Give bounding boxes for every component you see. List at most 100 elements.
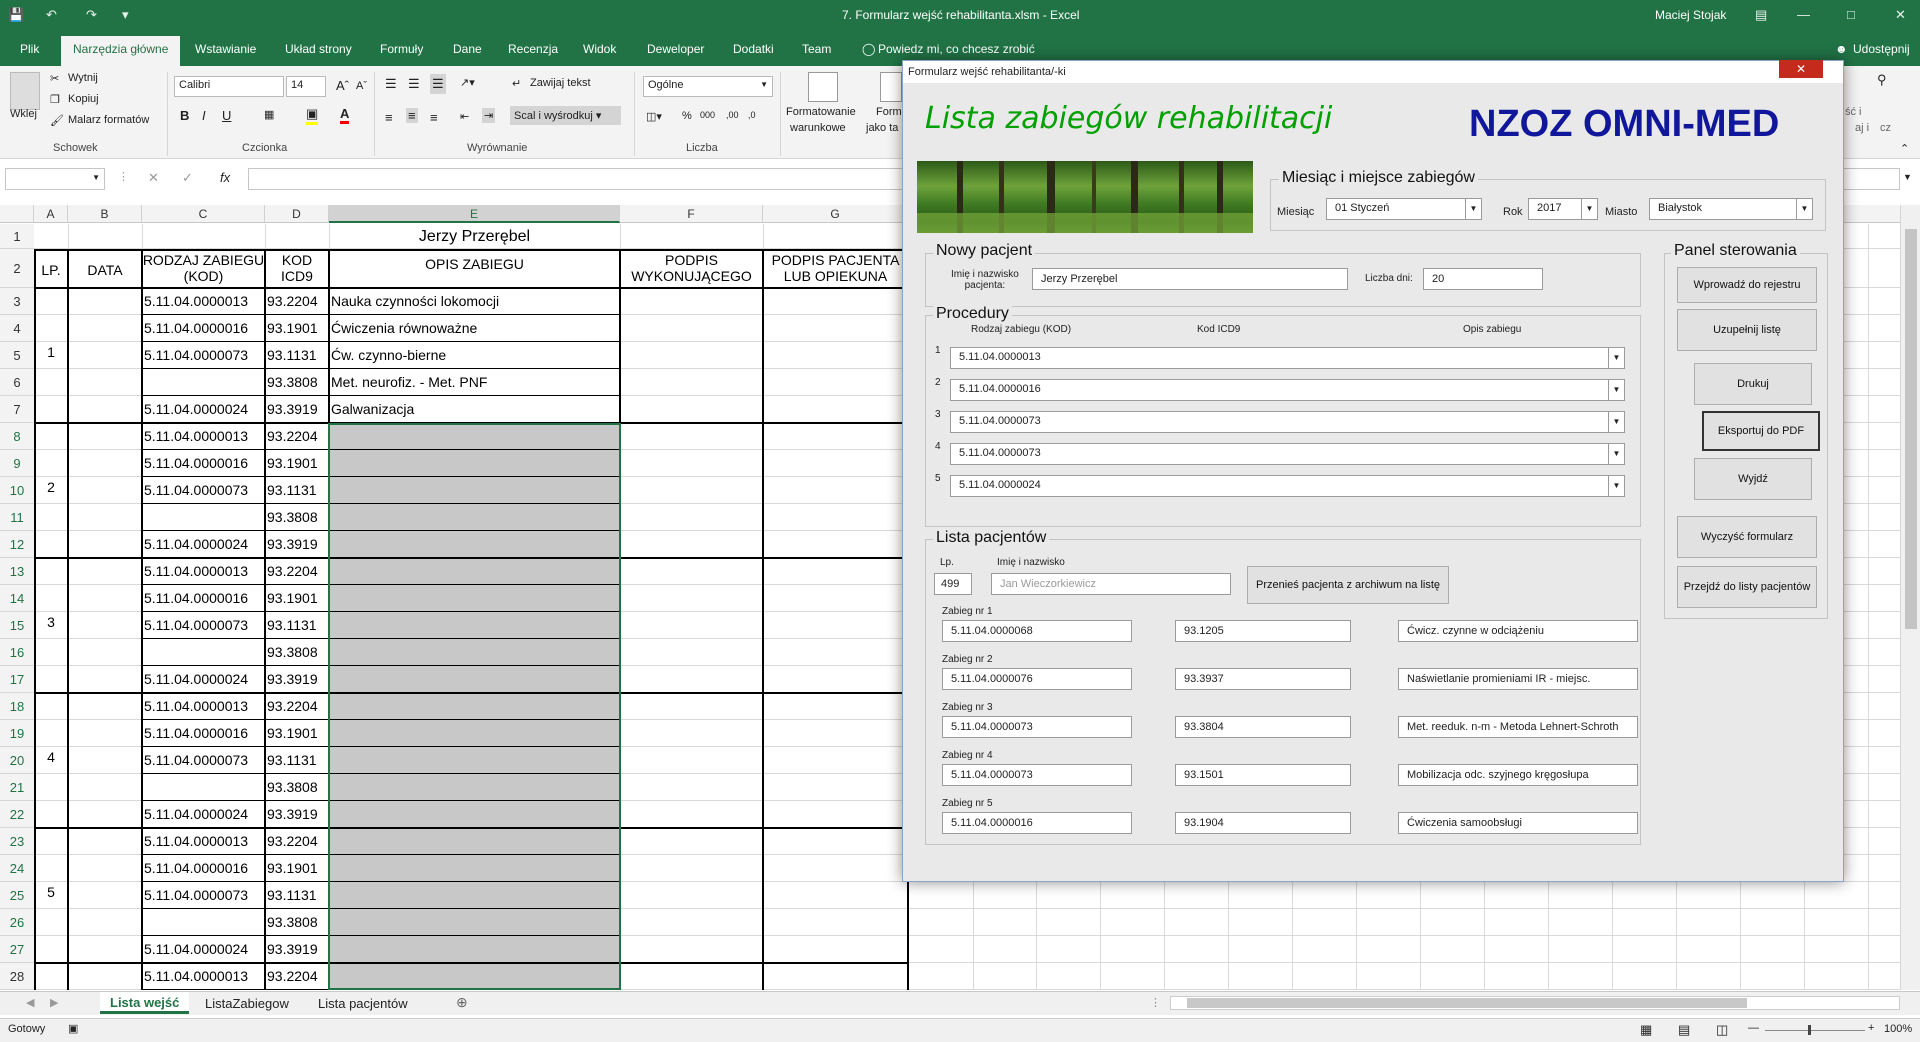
- align-center-icon[interactable]: ≡: [406, 108, 418, 123]
- enter-icon[interactable]: ✓: [182, 170, 193, 186]
- zoom-slider[interactable]: [1765, 1030, 1865, 1031]
- find-icon[interactable]: ⚲: [1877, 72, 1887, 88]
- treatment-code-input[interactable]: 5.11.04.0000076: [942, 668, 1132, 690]
- tab-deweloper[interactable]: Deweloper: [647, 42, 704, 56]
- macro-record-icon[interactable]: ▣: [68, 1022, 78, 1035]
- icd-cell[interactable]: 93.1131: [267, 887, 329, 907]
- icd-cell[interactable]: 93.3808: [267, 914, 329, 934]
- code-cell[interactable]: 5.11.04.0000024: [144, 941, 264, 961]
- group-number[interactable]: 3: [34, 614, 68, 630]
- hdr-kod[interactable]: KOD ICD9: [265, 252, 329, 284]
- icd-cell[interactable]: 93.3919: [267, 401, 329, 421]
- tell-me-box[interactable]: Powiedz mi, co chcesz zrobić: [878, 42, 1035, 56]
- hdr-podpis-pac[interactable]: PODPIS PACJENTA LUB OPIEKUNA: [763, 252, 908, 284]
- icd-cell[interactable]: 93.1901: [267, 320, 329, 340]
- row-header[interactable]: 12: [0, 531, 34, 558]
- chevron-down-icon[interactable]: ▼: [1608, 348, 1624, 368]
- select-all-corner[interactable]: [0, 205, 34, 223]
- col-header-d[interactable]: D: [265, 205, 329, 223]
- icd-cell[interactable]: 93.1901: [267, 725, 329, 745]
- chevron-down-icon[interactable]: ▼: [1608, 412, 1624, 432]
- row-header[interactable]: 23: [0, 828, 34, 855]
- insert-function-icon[interactable]: fx: [220, 170, 230, 185]
- align-top-icon[interactable]: ☰: [385, 76, 397, 92]
- procedure-select[interactable]: 5.11.04.0000073 ▼: [950, 411, 1625, 433]
- align-middle-icon[interactable]: ☰: [408, 76, 420, 92]
- close-window-icon[interactable]: ✕: [1895, 7, 1906, 23]
- hdr-podpis-wyk[interactable]: PODPIS WYKONUJĄCEGO: [620, 252, 763, 284]
- patient-name-input[interactable]: Jerzy Przerębel: [1032, 268, 1348, 290]
- align-left-icon[interactable]: ≡: [385, 110, 393, 125]
- comma-style-icon[interactable]: 000: [700, 110, 715, 120]
- icd-cell[interactable]: 93.1901: [267, 455, 329, 475]
- group-number[interactable]: 2: [34, 479, 68, 495]
- procedure-select[interactable]: 5.11.04.0000024 ▼: [950, 475, 1625, 497]
- zoom-level[interactable]: 100%: [1884, 1023, 1912, 1035]
- code-cell[interactable]: 5.11.04.0000016: [144, 860, 264, 880]
- row-header[interactable]: 26: [0, 909, 34, 936]
- treatment-desc-input[interactable]: Mobilizacja odc. szyjnego kręgosłupa: [1398, 764, 1638, 786]
- prev-sheet-icon[interactable]: ◀: [26, 996, 34, 1009]
- code-cell[interactable]: 5.11.04.0000013: [144, 563, 264, 583]
- icd-cell[interactable]: 93.1131: [267, 347, 329, 367]
- accounting-format-icon[interactable]: ◫▾: [646, 110, 662, 123]
- icd-cell[interactable]: 93.3919: [267, 536, 329, 556]
- align-right-icon[interactable]: ≡: [430, 110, 438, 125]
- tab-narzedzia-glowne[interactable]: Narzędzia główne: [61, 36, 181, 66]
- code-cell[interactable]: 5.11.04.0000013: [144, 428, 264, 448]
- chevron-down-icon[interactable]: ▼: [1608, 444, 1624, 464]
- code-cell[interactable]: 5.11.04.0000013: [144, 833, 264, 853]
- clear-form-button[interactable]: Wyczyść formularz: [1677, 516, 1817, 558]
- chevron-down-icon[interactable]: ▼: [1608, 380, 1624, 400]
- code-cell[interactable]: [144, 644, 264, 664]
- hdr-opis[interactable]: OPIS ZABIEGU: [329, 256, 620, 272]
- page-break-icon[interactable]: ◫: [1716, 1022, 1728, 1038]
- treatment-desc-input[interactable]: Met. reeduk. n-m - Metoda Lehnert-Schrot…: [1398, 716, 1638, 738]
- row-header[interactable]: 9: [0, 450, 34, 477]
- vertical-scrollbar[interactable]: [1900, 205, 1920, 990]
- conditional-formatting-label[interactable]: Formatowanie: [786, 106, 856, 118]
- italic-button[interactable]: I: [202, 108, 206, 123]
- icd-cell[interactable]: 93.3919: [267, 806, 329, 826]
- font-color-icon[interactable]: A: [340, 106, 350, 124]
- code-cell[interactable]: 5.11.04.0000013: [144, 698, 264, 718]
- row-header[interactable]: 21: [0, 774, 34, 801]
- icd-cell[interactable]: 93.2204: [267, 698, 329, 718]
- underline-button[interactable]: U: [222, 108, 231, 123]
- fill-color-icon[interactable]: ▣: [306, 106, 319, 125]
- sheet-title[interactable]: Jerzy Przerębel: [329, 224, 620, 249]
- bold-button[interactable]: B: [180, 108, 189, 123]
- exit-button[interactable]: Wyjdź: [1694, 458, 1812, 500]
- sheet-tab-lista-pacjentow[interactable]: Lista pacjentów: [318, 996, 408, 1011]
- treatment-code-input[interactable]: 5.11.04.0000068: [942, 620, 1132, 642]
- group-number[interactable]: 5: [34, 884, 68, 900]
- row-header[interactable]: 20: [0, 747, 34, 774]
- align-bottom-icon[interactable]: ☰: [430, 74, 446, 94]
- opis-cell[interactable]: Met. neurofiz. - Met. PNF: [331, 374, 619, 394]
- tab-widok[interactable]: Widok: [583, 42, 616, 56]
- name-box[interactable]: ▼: [5, 168, 105, 190]
- row-header[interactable]: 24: [0, 855, 34, 882]
- zoom-out-icon[interactable]: —: [1748, 1022, 1759, 1034]
- format-as-table-label[interactable]: Form: [876, 106, 902, 118]
- cut-button[interactable]: Wytnij: [68, 72, 98, 84]
- icd-cell[interactable]: 93.3919: [267, 671, 329, 691]
- year-select[interactable]: 2017 ▼: [1528, 198, 1598, 220]
- code-cell[interactable]: 5.11.04.0000073: [144, 617, 264, 637]
- code-cell[interactable]: [144, 509, 264, 529]
- icd-cell[interactable]: 93.2204: [267, 833, 329, 853]
- icd-cell[interactable]: 93.1901: [267, 860, 329, 880]
- treatment-icd-input[interactable]: 93.1205: [1175, 620, 1351, 642]
- chevron-down-icon[interactable]: ▼: [1796, 199, 1812, 219]
- page-layout-icon[interactable]: ▤: [1678, 1022, 1690, 1038]
- tab-recenzja[interactable]: Recenzja: [508, 42, 558, 56]
- decrease-decimal-icon[interactable]: ,0: [748, 110, 756, 120]
- chevron-down-icon[interactable]: ▼: [1581, 199, 1597, 219]
- paste-icon[interactable]: [10, 72, 40, 110]
- icd-cell[interactable]: 93.2204: [267, 293, 329, 313]
- maximize-icon[interactable]: □: [1847, 7, 1855, 22]
- code-cell[interactable]: 5.11.04.0000024: [144, 806, 264, 826]
- conditional-formatting-icon[interactable]: [808, 72, 838, 102]
- icd-cell[interactable]: 93.3808: [267, 779, 329, 799]
- code-cell[interactable]: 5.11.04.0000016: [144, 320, 264, 340]
